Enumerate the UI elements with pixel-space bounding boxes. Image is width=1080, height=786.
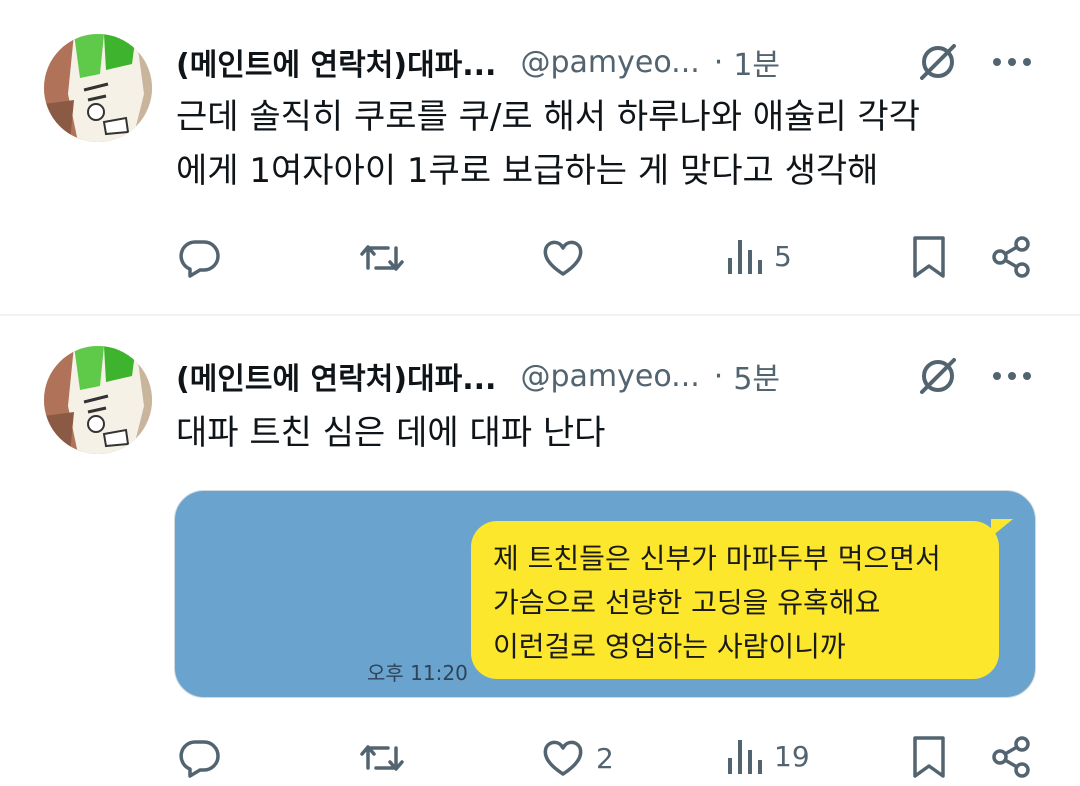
more-icon[interactable] (990, 354, 1034, 398)
message-line: 이런걸로 영업하는 사람이니까 (493, 630, 846, 663)
bookmark-button[interactable] (910, 734, 948, 780)
timestamp[interactable]: 1분 (733, 40, 780, 84)
view-count: 5 (774, 239, 792, 273)
reply-button[interactable] (178, 736, 222, 780)
tweet-header: (메인트에 연락처)대파... @pamyeo... · 1분 (176, 40, 780, 84)
view-count: 19 (774, 739, 810, 773)
bookmark-icon (913, 236, 945, 278)
share-icon (992, 236, 1030, 278)
views-icon (728, 240, 762, 274)
like-button[interactable] (540, 236, 596, 280)
views-button[interactable]: 19 (726, 734, 810, 778)
heart-icon (543, 740, 583, 776)
tweet-text: 대파 트친 심은 데에 대파 난다 (176, 406, 605, 460)
separator: · (713, 44, 724, 80)
media-image[interactable]: 오후 11:20 제 트친들은 신부가 마파두부 먹으면서 가슴으로 선량한 고… (174, 490, 1036, 698)
retweet-button[interactable] (358, 236, 406, 280)
action-bar: 2 19 (0, 730, 1080, 782)
views-icon (728, 740, 762, 774)
message-time: 오후 11:20 (367, 661, 468, 685)
bookmark-button[interactable] (910, 234, 948, 280)
avatar[interactable] (44, 346, 152, 454)
share-button[interactable] (990, 234, 1034, 280)
grok-icon[interactable] (916, 354, 960, 398)
tweet-text-line: 에게 1여자아이 1쿠로 보급하는 게 맞다고 생각해 (176, 151, 879, 191)
share-icon (992, 736, 1030, 778)
author-handle[interactable]: @pamyeo... (520, 359, 699, 394)
grok-icon[interactable] (916, 40, 960, 84)
reply-icon (179, 240, 220, 278)
action-bar: 5 (0, 230, 1080, 282)
bookmark-icon (913, 736, 945, 778)
reply-button[interactable] (178, 236, 222, 280)
more-icon[interactable] (990, 40, 1034, 84)
heart-icon (543, 240, 583, 276)
retweet-icon (360, 745, 404, 771)
tweet-text-line: 대파 트친 심은 데에 대파 난다 (176, 413, 606, 453)
tweet-text-line: 근데 솔직히 쿠로를 쿠/로 해서 하루나와 애슐리 각각 (176, 97, 920, 137)
chat-bubble: 제 트친들은 신부가 마파두부 먹으면서 가슴으로 선량한 고딩을 유혹해요 이… (471, 521, 999, 679)
message-line: 제 트친들은 신부가 마파두부 먹으면서 (493, 542, 941, 575)
tweet-1[interactable]: (메인트에 연락처)대파... @pamyeo... · 1분 근데 솔직히 쿠… (0, 0, 1080, 314)
tweet-header: (메인트에 연락처)대파... @pamyeo... · 5분 (176, 354, 780, 398)
author-handle[interactable]: @pamyeo... (520, 45, 699, 80)
retweet-button[interactable] (358, 736, 406, 780)
like-count: 2 (596, 741, 614, 775)
author-name[interactable]: (메인트에 연락처)대파... (176, 354, 496, 398)
separator: · (713, 358, 724, 394)
timestamp[interactable]: 5분 (733, 354, 780, 398)
message-line: 가슴으로 선량한 고딩을 유혹해요 (493, 586, 881, 619)
author-name[interactable]: (메인트에 연락처)대파... (176, 40, 496, 84)
views-button[interactable]: 5 (726, 234, 792, 278)
tweet-text: 근데 솔직히 쿠로를 쿠/로 해서 하루나와 애슐리 각각 에게 1여자아이 1… (176, 90, 920, 198)
retweet-icon (360, 245, 404, 271)
avatar[interactable] (44, 34, 152, 142)
reply-icon (179, 740, 220, 778)
tweet-2[interactable]: (메인트에 연락처)대파... @pamyeo... · 5분 대파 트친 심은… (0, 316, 1080, 786)
share-button[interactable] (990, 734, 1034, 780)
like-button[interactable]: 2 (540, 736, 614, 780)
